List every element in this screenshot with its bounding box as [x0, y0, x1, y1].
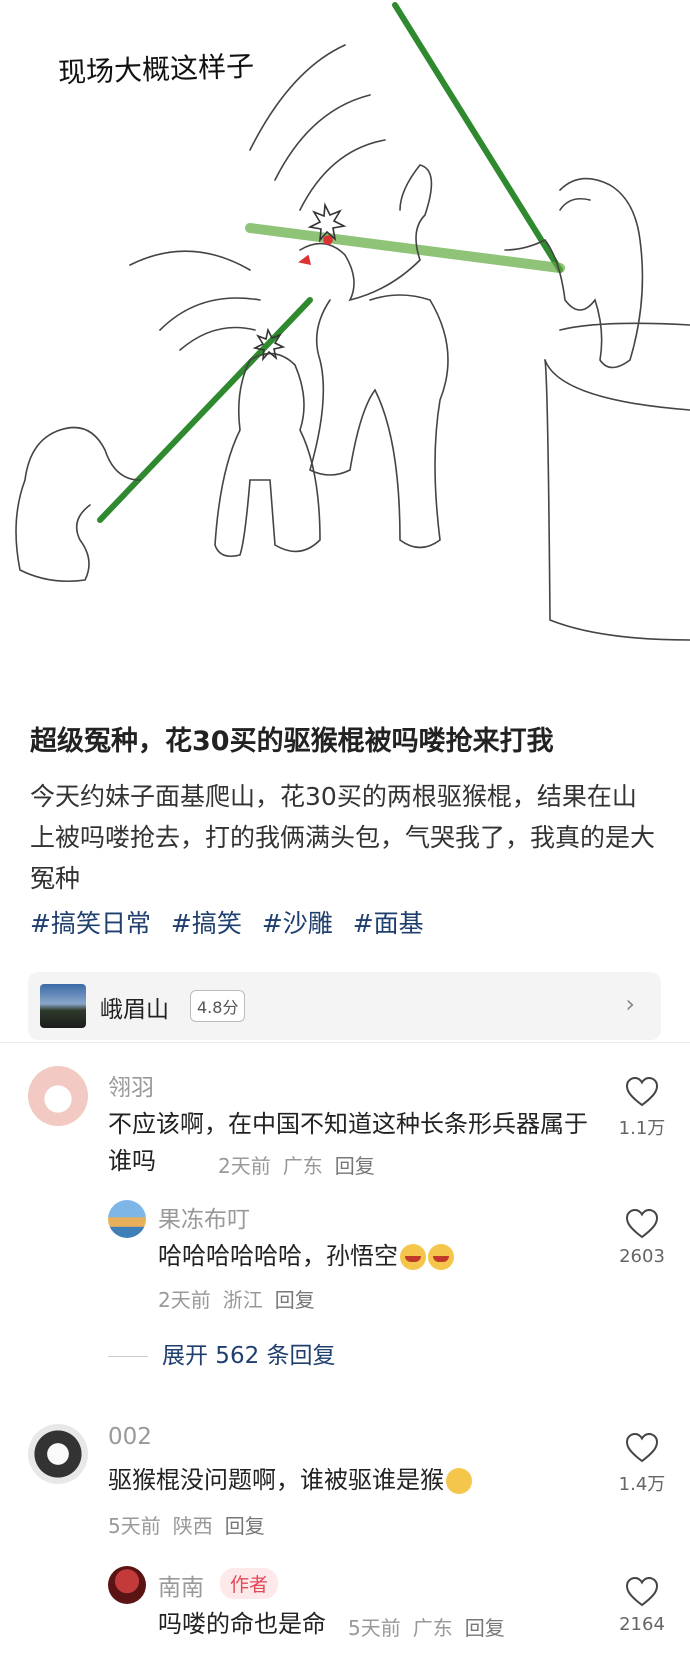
comment-region: 陕西 — [172, 1514, 213, 1538]
reply-button[interactable]: 回复 — [225, 1514, 265, 1538]
avatar[interactable] — [28, 1066, 88, 1126]
comment-author[interactable]: 南南 — [158, 1568, 204, 1602]
comment-author[interactable]: 果冻布叮 — [158, 1200, 250, 1234]
comment-text-content: 驱猴棍没问题啊，谁被驱谁是猴 — [108, 1466, 444, 1494]
post-title: 超级冤种，花30买的驱猴棍被吗喽抢来打我 — [30, 726, 554, 757]
location-score-badge: 4.8分 — [190, 990, 246, 1022]
crying-laugh-emoji-icon — [400, 1244, 426, 1270]
reply-button[interactable]: 回复 — [335, 1154, 375, 1178]
hashtag[interactable]: #面基 — [353, 909, 424, 938]
comment-author[interactable]: 翎羽 — [108, 1068, 154, 1102]
comment-meta: 5天前 广东 回复 — [348, 1612, 517, 1641]
like-count: 2164 — [619, 1614, 665, 1635]
heart-icon — [625, 1432, 659, 1463]
comment-time: 5天前 — [108, 1514, 161, 1538]
avatar[interactable] — [108, 1200, 146, 1238]
like-button[interactable]: 1.1万 — [606, 1076, 678, 1140]
comment-region: 广东 — [412, 1616, 453, 1640]
handwritten-caption: 现场大概这样子 — [57, 49, 255, 90]
comment-time: 5天前 — [348, 1616, 401, 1640]
post-body: 今天约妹子面基爬山，花30买的两根驱猴棍，结果在山上被吗喽抢去，打的我俩满头包，… — [30, 782, 656, 893]
heart-icon — [625, 1076, 659, 1107]
heart-icon — [625, 1576, 659, 1607]
comment-time: 2天前 — [158, 1288, 211, 1312]
comment-region: 广东 — [282, 1154, 323, 1178]
like-button[interactable]: 1.4万 — [606, 1432, 678, 1496]
avatar[interactable] — [108, 1566, 146, 1604]
location-thumbnail — [40, 984, 86, 1028]
like-button[interactable]: 2603 — [606, 1208, 678, 1267]
reply-button[interactable]: 回复 — [465, 1616, 505, 1640]
author-badge: 作者 — [220, 1568, 279, 1599]
location-card[interactable]: 峨眉山 4.8分 › — [28, 972, 661, 1040]
comment-time: 2天前 — [218, 1154, 271, 1178]
comment-meta: 2天前 浙江 回复 — [158, 1284, 327, 1313]
like-count: 1.1万 — [618, 1118, 666, 1139]
sketch-drawing — [15, 2, 690, 641]
hashtag[interactable]: #搞笑 — [171, 909, 242, 938]
location-name: 峨眉山 — [100, 997, 169, 1023]
hashtag-list: #搞笑日常 #搞笑 #沙雕 #面基 — [30, 906, 670, 942]
comment-text: 吗喽的命也是命 — [158, 1610, 326, 1638]
comment-meta: 2天前 广东 回复 — [218, 1150, 387, 1179]
crying-laugh-emoji-icon — [428, 1244, 454, 1270]
comment-text-content: 哈哈哈哈哈哈，孙悟空 — [158, 1242, 398, 1270]
like-count: 2603 — [619, 1246, 665, 1267]
comment-author[interactable]: 002 — [108, 1424, 152, 1450]
like-button[interactable]: 2164 — [606, 1576, 678, 1635]
chevron-right-icon: › — [625, 990, 635, 1018]
avatar[interactable] — [28, 1424, 88, 1484]
comment-region: 浙江 — [222, 1288, 263, 1312]
like-count: 1.4万 — [618, 1474, 666, 1495]
expand-replies-button[interactable]: 展开 562 条回复 — [108, 1336, 336, 1370]
expand-line — [108, 1356, 148, 1357]
post-illustration[interactable]: 现场大概这样子 — [0, 0, 690, 690]
hashtag[interactable]: #搞笑日常 — [30, 909, 151, 938]
expand-replies-label: 展开 562 条回复 — [162, 1343, 336, 1369]
comment-text: 驱猴棍没问题啊，谁被驱谁是猴 — [108, 1462, 588, 1499]
hashtag[interactable]: #沙雕 — [262, 909, 333, 938]
comment-text: 哈哈哈哈哈哈，孙悟空 — [158, 1238, 558, 1275]
smiling-emoji-icon — [446, 1468, 472, 1494]
comment-meta: 5天前 陕西 回复 — [108, 1510, 277, 1539]
divider — [0, 1042, 690, 1043]
heart-icon — [625, 1208, 659, 1239]
reply-button[interactable]: 回复 — [275, 1288, 315, 1312]
